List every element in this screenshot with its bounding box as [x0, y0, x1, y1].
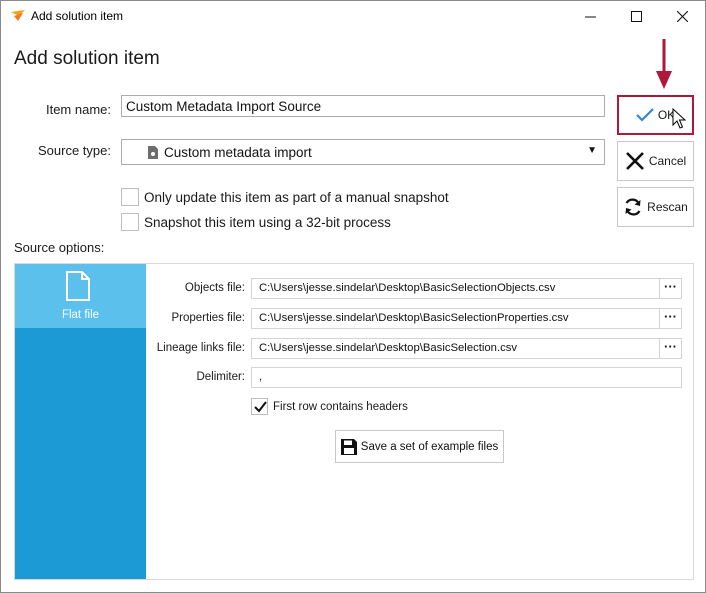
snapshot-32bit-checkbox-row[interactable]: Snapshot this item using a 32-bit proces…	[121, 212, 391, 232]
properties-file-input[interactable]: C:\Users\jesse.sindelar\Desktop\BasicSel…	[251, 308, 660, 329]
save-example-files-label: Save a set of example files	[360, 440, 499, 453]
manual-snapshot-checkbox[interactable]	[121, 188, 139, 206]
properties-file-label: Properties file:	[171, 312, 245, 324]
delimiter-label: Delimiter:	[196, 371, 245, 383]
chevron-down-icon: ▼	[587, 145, 597, 156]
title-bar: Add solution item	[1, 1, 705, 32]
save-example-files-button[interactable]: Save a set of example files	[335, 430, 504, 463]
close-icon	[676, 11, 688, 22]
page-title: Add solution item	[14, 48, 160, 69]
objects-file-input[interactable]: C:\Users\jesse.sindelar\Desktop\BasicSel…	[251, 278, 660, 299]
checkmark-icon	[254, 401, 267, 413]
source-options-panel: Flat file Objects file: C:\Users\jesse.s…	[14, 263, 694, 580]
window-title: Add solution item	[31, 9, 124, 23]
first-row-headers-label: First row contains headers	[273, 400, 408, 413]
snapshot-32bit-label: Snapshot this item using a 32-bit proces…	[144, 214, 391, 230]
properties-file-browse-button[interactable]: ···	[659, 308, 682, 329]
minimize-button[interactable]	[567, 1, 613, 32]
cancel-button[interactable]: Cancel	[617, 141, 694, 181]
item-name-input[interactable]	[121, 95, 605, 117]
item-name-label: Item name:	[45, 102, 111, 117]
first-row-headers-checkbox[interactable]	[251, 398, 268, 415]
red-arrow-annotation	[656, 39, 672, 89]
rescan-button-label: Rescan	[647, 200, 688, 214]
source-type-label: Source type:	[38, 143, 111, 158]
lineage-links-file-browse-button[interactable]: ···	[659, 338, 682, 359]
objects-file-browse-button[interactable]: ···	[659, 278, 682, 299]
checkmark-icon	[636, 108, 654, 122]
solarwinds-logo-icon	[11, 10, 25, 21]
first-row-headers-checkbox-row[interactable]: First row contains headers	[251, 398, 408, 415]
close-x-icon	[625, 152, 644, 170]
mouse-cursor-icon	[672, 108, 686, 129]
dialog-window: Add solution item Add solution item Item…	[0, 0, 706, 593]
maximize-button[interactable]	[613, 1, 659, 32]
lineage-links-file-label: Lineage links file:	[156, 342, 245, 354]
floppy-disk-icon	[340, 438, 357, 455]
minimize-icon	[584, 16, 596, 18]
lineage-links-file-input[interactable]: C:\Users\jesse.sindelar\Desktop\BasicSel…	[251, 338, 660, 359]
snapshot-32bit-checkbox[interactable]	[121, 213, 139, 231]
source-type-value: Custom metadata import	[164, 145, 312, 160]
refresh-icon	[625, 198, 641, 216]
manual-snapshot-checkbox-row[interactable]: Only update this item as part of a manua…	[121, 187, 449, 207]
rescan-button[interactable]: Rescan	[617, 187, 694, 227]
cancel-button-label: Cancel	[648, 154, 687, 168]
objects-file-label: Objects file:	[184, 282, 245, 294]
source-options-label: Source options:	[14, 240, 105, 255]
manual-snapshot-label: Only update this item as part of a manua…	[144, 189, 449, 205]
document-gear-icon	[148, 146, 158, 159]
delimiter-input[interactable]: ,	[251, 367, 682, 388]
close-button[interactable]	[659, 1, 705, 32]
source-type-dropdown[interactable]: Custom metadata import ▼	[121, 139, 605, 165]
maximize-icon	[630, 11, 642, 22]
